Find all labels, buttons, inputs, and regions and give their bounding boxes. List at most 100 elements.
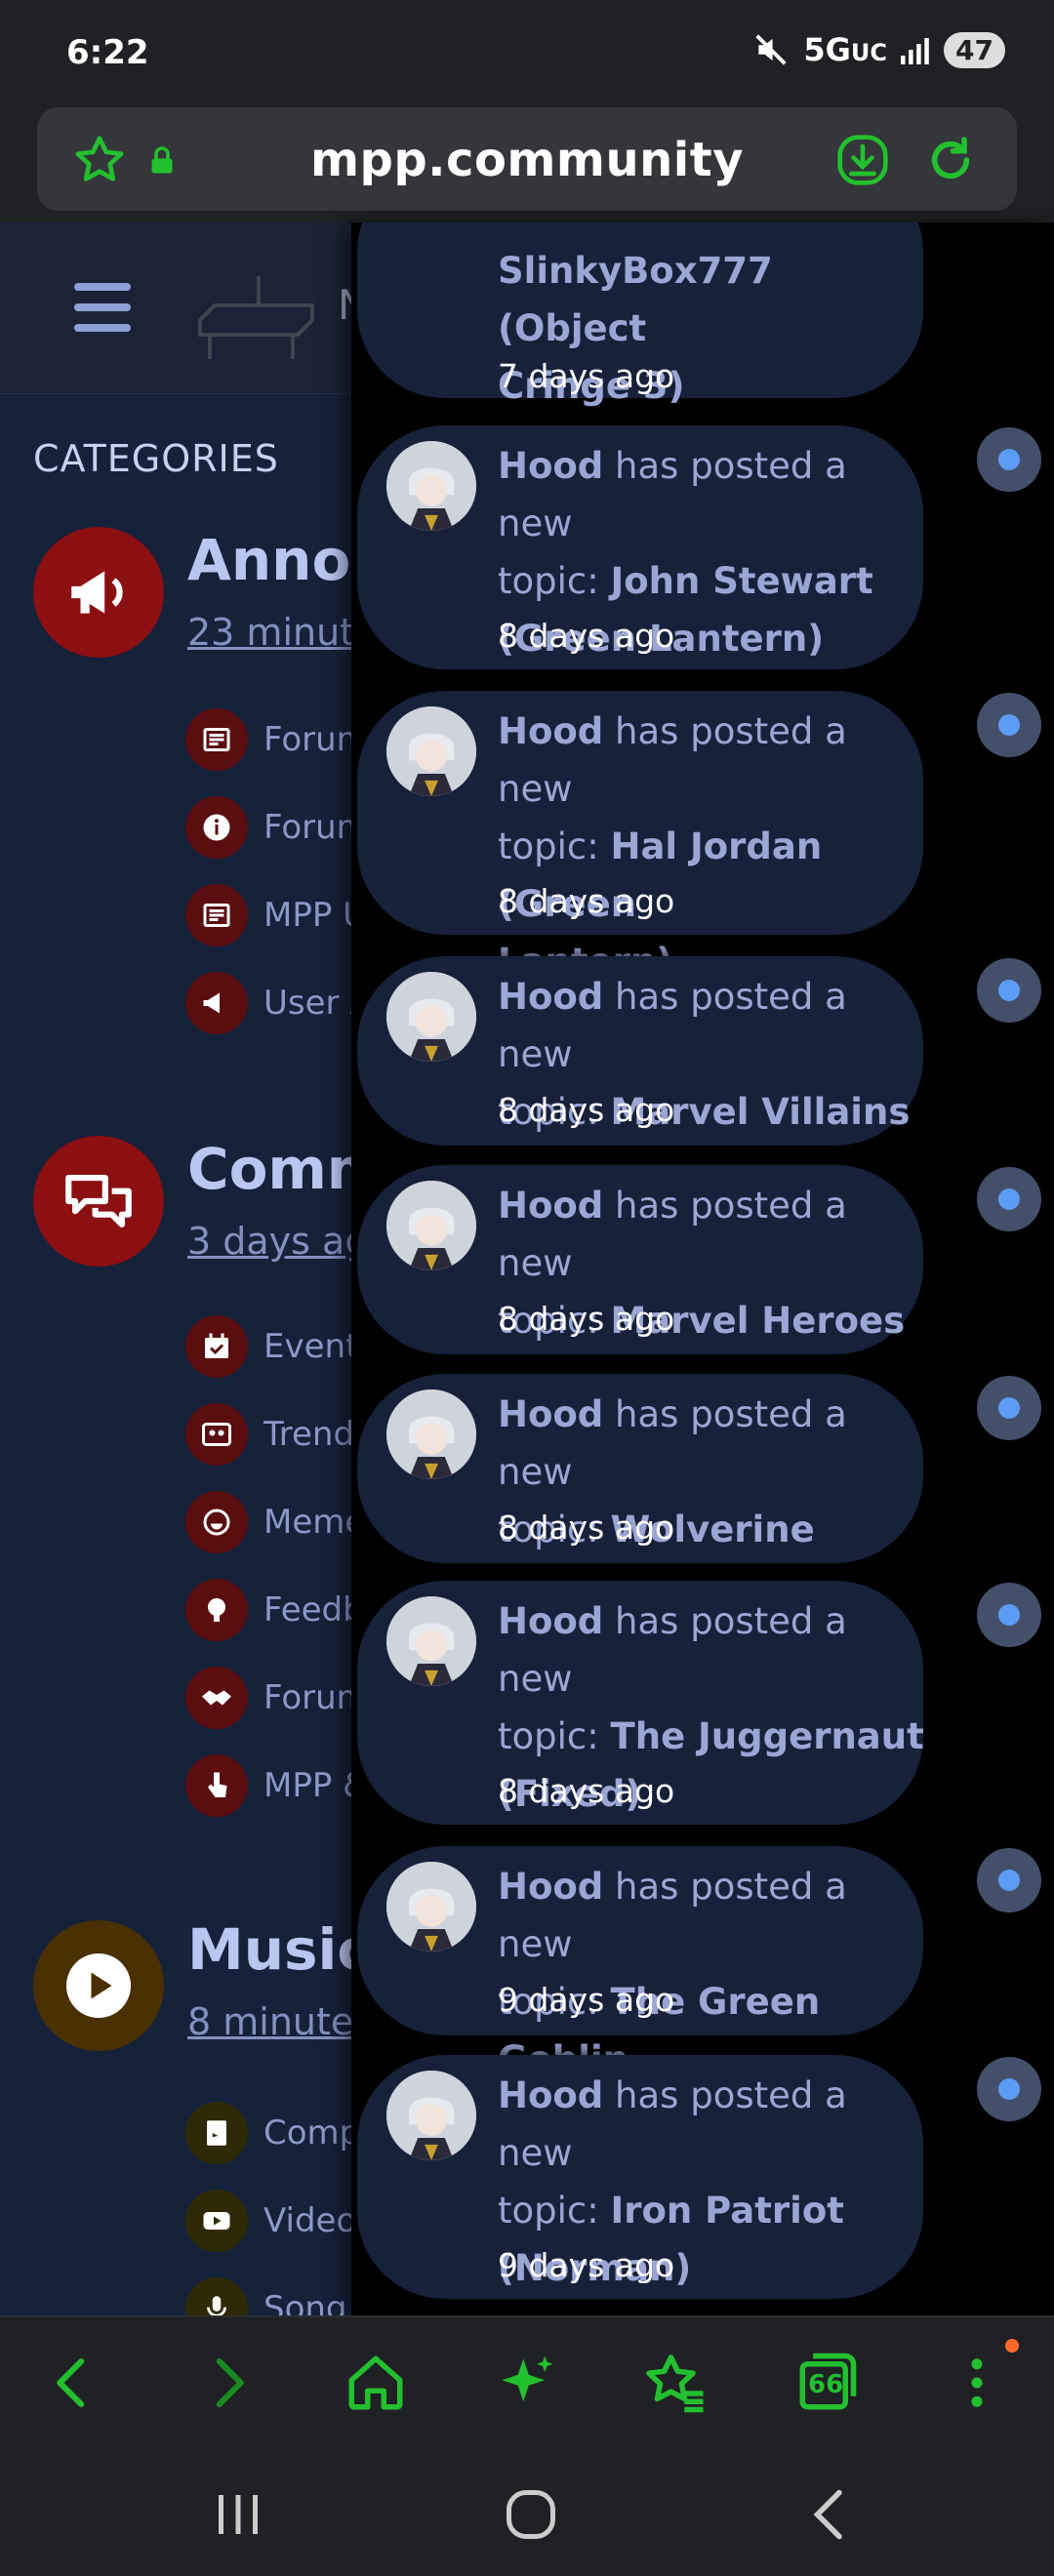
battery-indicator: 47	[944, 31, 1005, 68]
home-button-icon[interactable]	[502, 2485, 560, 2544]
notification-topic: John Stewart	[610, 560, 873, 602]
category-last-post-time[interactable]: 8 minutes	[187, 2000, 373, 2043]
bookmarks-icon[interactable]	[644, 2351, 709, 2415]
recents-icon[interactable]	[209, 2485, 267, 2544]
subcategory-item[interactable]: Video	[185, 2190, 356, 2252]
subcategory-item[interactable]: Meme	[185, 1491, 365, 1553]
unread-indicator[interactable]	[977, 693, 1041, 757]
megaphone-icon	[185, 972, 248, 1034]
user-avatar	[386, 1181, 476, 1270]
audio-file-icon	[185, 2102, 248, 2164]
info-icon	[185, 796, 248, 859]
notification-item[interactable]: Hood has posted a new topic: The Green G…	[357, 1846, 923, 2080]
calendar-icon	[185, 1315, 248, 1378]
sparkle-icon[interactable]	[494, 2351, 558, 2415]
signal-icon	[901, 38, 929, 64]
category-icon-music[interactable]	[33, 1920, 164, 2051]
download-icon[interactable]	[835, 133, 890, 187]
user-avatar	[386, 1596, 476, 1686]
subcategory-item[interactable]: Forum	[185, 1667, 369, 1729]
address-bar[interactable]: mpp.community	[37, 107, 1017, 211]
subcategory-item[interactable]: MPP &	[185, 1754, 369, 1817]
forward-arrow-icon[interactable]	[195, 2351, 260, 2415]
notification-username: Hood	[498, 445, 604, 487]
youtube-icon	[185, 2190, 248, 2252]
subcategory-item[interactable]: Forum	[185, 796, 369, 859]
notification-item[interactable]: Hood has posted a new topic: Marvel Vill…	[357, 956, 923, 1146]
tabs-count: 66	[808, 2370, 844, 2399]
browser-bottom-toolbar: 66	[0, 2315, 1054, 2446]
unread-indicator[interactable]	[977, 1376, 1041, 1440]
notification-time: 7 days ago	[498, 357, 675, 395]
hand-pointer-icon	[185, 1754, 248, 1817]
notification-time: 8 days ago	[498, 1300, 675, 1338]
category-icon-community[interactable]	[33, 1136, 164, 1267]
notification-item[interactable]: Hood has posted a new topic: The Juggern…	[357, 1581, 924, 1825]
notification-item[interactable]: Hood has posted a new topic: Hal Jordan …	[357, 691, 923, 983]
categories-heading: CATEGORIES	[33, 437, 279, 480]
subcategory-item[interactable]: Event	[185, 1315, 358, 1378]
status-time: 6:22	[66, 33, 149, 72]
user-avatar	[386, 972, 476, 1062]
notification-time: 8 days ago	[498, 617, 675, 655]
unread-indicator[interactable]	[977, 1848, 1041, 1912]
subcategory-item[interactable]: Trend	[185, 1403, 354, 1466]
unread-indicator[interactable]	[977, 427, 1041, 492]
category-icon-announcements[interactable]	[33, 527, 164, 658]
menu-icon[interactable]	[945, 2351, 1009, 2415]
status-icons: 5GUC 47	[752, 31, 1005, 68]
microphone-icon	[185, 2277, 248, 2315]
user-avatar	[386, 441, 476, 531]
unread-indicator[interactable]	[977, 1167, 1041, 1231]
notification-time: 9 days ago	[498, 2246, 675, 2284]
laugh-icon	[185, 1491, 248, 1553]
handshake-icon	[185, 1667, 248, 1729]
reload-icon[interactable]	[923, 133, 978, 187]
subcategory-item[interactable]: MPP U	[185, 884, 367, 946]
notification-time: 8 days ago	[498, 882, 675, 920]
user-avatar	[386, 1389, 476, 1479]
notification-text: Hood has posted a new topic: Hal Jordan …	[498, 710, 847, 983]
notification-time: 8 days ago	[498, 1509, 675, 1547]
notification-time: 8 days ago	[498, 1091, 675, 1129]
megaphone-icon	[71, 571, 123, 614]
unread-indicator[interactable]	[977, 958, 1041, 1023]
notification-item[interactable]: Hood has posted a new topic: Marvel Hero…	[357, 1165, 923, 1354]
unread-indicator[interactable]	[977, 1583, 1041, 1647]
notifications-drawer[interactable]: SlinkyBox777 (Object Cringe 3) 7 days ag…	[351, 222, 1054, 2315]
notification-text: Hood has posted a new topic: The Green G…	[498, 1866, 847, 2080]
play-icon	[66, 1953, 131, 2018]
lightbulb-icon	[185, 1579, 248, 1641]
subcategory-item[interactable]: Song	[185, 2277, 347, 2315]
notification-time: 8 days ago	[498, 1772, 675, 1810]
notification-item[interactable]: SlinkyBox777 (Object Cringe 3) 7 days ag…	[357, 222, 923, 407]
category-last-post-time[interactable]: 23 minute	[187, 611, 377, 654]
category-last-post-time[interactable]: 3 days ag	[187, 1220, 368, 1263]
newspaper-icon	[185, 884, 248, 946]
tabs-icon[interactable]: 66	[794, 2351, 859, 2415]
user-avatar	[386, 1862, 476, 1952]
site-logo[interactable]	[185, 262, 332, 369]
chat-bubbles-icon	[65, 1175, 132, 1228]
back-button-icon[interactable]	[800, 2485, 859, 2544]
system-navigation-bar	[0, 2446, 1054, 2576]
status-bar: 6:22 5GUC 47	[0, 0, 1054, 101]
subcategory-item[interactable]: Comp	[185, 2102, 360, 2164]
browser-address-area: mpp.community	[0, 101, 1054, 222]
subcategory-item[interactable]: User A	[185, 972, 373, 1034]
hamburger-menu-icon[interactable]	[74, 283, 131, 332]
notification-item[interactable]: Hood has posted a new topic: Iron Patrio…	[357, 2055, 923, 2299]
user-avatar	[386, 2071, 476, 2160]
newspaper-icon	[185, 708, 248, 771]
home-icon[interactable]	[344, 2351, 408, 2415]
notification-item[interactable]: Hood has posted a new topic: John Stewar…	[357, 425, 923, 669]
subcategory-item[interactable]: Forum	[185, 708, 369, 771]
network-label: 5GUC	[803, 31, 888, 68]
notification-item[interactable]: Hood has posted a new topic: Wolverine 8…	[357, 1374, 923, 1563]
subcategory-item[interactable]: Feedb	[185, 1579, 364, 1641]
category-title-music[interactable]: Music	[187, 1916, 371, 1983]
unread-indicator[interactable]	[977, 2057, 1041, 2121]
notification-time: 9 days ago	[498, 1981, 675, 2019]
notification-dot	[1005, 2339, 1019, 2353]
back-arrow-icon[interactable]	[41, 2351, 105, 2415]
